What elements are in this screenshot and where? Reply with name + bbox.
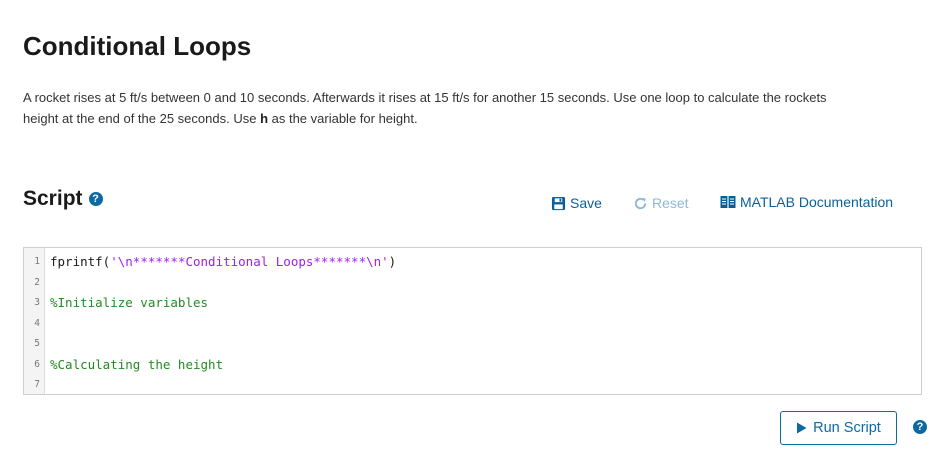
description-variable: h	[260, 111, 269, 126]
code-string: '\n*******Conditional Loops*******\n'	[110, 254, 389, 269]
line-number: 5	[34, 338, 40, 349]
code-line[interactable]: 3 %Initialize variables	[24, 293, 921, 313]
script-help-icon[interactable]: ?	[88, 192, 103, 206]
line-number: 2	[34, 276, 40, 288]
line-number: 1	[34, 256, 40, 267]
code-function: fprintf(	[50, 254, 111, 269]
code-line[interactable]: 1 fprintf('\n*******Conditional Loops***…	[24, 252, 921, 272]
line-number: 4	[34, 317, 40, 329]
code-text[interactable]: fprintf('\n*******Conditional Loops*****…	[50, 252, 396, 272]
matlab-documentation-link[interactable]: MATLAB Documentation	[720, 192, 893, 212]
code-line[interactable]: 6 %Calculating the height	[24, 355, 921, 375]
play-icon	[797, 422, 807, 434]
run-script-button[interactable]: Run Script	[780, 411, 897, 445]
code-line[interactable]: 7	[24, 375, 921, 395]
code-line[interactable]: 2	[24, 273, 921, 293]
reset-button[interactable]: Reset	[633, 193, 689, 213]
description-text-before: A rocket rises at 5 ft/s between 0 and 1…	[23, 90, 827, 126]
code-line[interactable]: 4	[24, 314, 921, 334]
line-number: 3	[34, 297, 40, 308]
code-editor[interactable]: 1 fprintf('\n*******Conditional Loops***…	[23, 247, 922, 395]
run-script-label: Run Script	[813, 420, 881, 436]
reset-icon	[634, 197, 647, 209]
page-title: Conditional Loops	[23, 31, 252, 61]
problem-description: A rocket rises at 5 ft/s between 0 and 1…	[23, 87, 863, 129]
line-number: 6	[34, 358, 40, 370]
code-paren: )	[388, 254, 397, 269]
reset-label: Reset	[652, 195, 689, 211]
code-comment[interactable]: %Initialize variables	[50, 293, 208, 313]
description-text-after: as the variable for height.	[268, 111, 418, 126]
script-heading-label: Script	[23, 187, 83, 210]
line-number: 7	[34, 379, 40, 390]
docs-label: MATLAB Documentation	[740, 194, 894, 210]
book-icon	[720, 196, 736, 208]
code-line[interactable]: 5	[24, 334, 921, 354]
script-heading: Script ?	[23, 185, 103, 213]
save-icon	[551, 196, 566, 210]
save-button[interactable]: Save	[551, 193, 602, 213]
run-help-icon[interactable]: ?	[913, 420, 927, 434]
code-comment[interactable]: %Calculating the height	[50, 355, 223, 375]
save-label: Save	[570, 195, 602, 211]
